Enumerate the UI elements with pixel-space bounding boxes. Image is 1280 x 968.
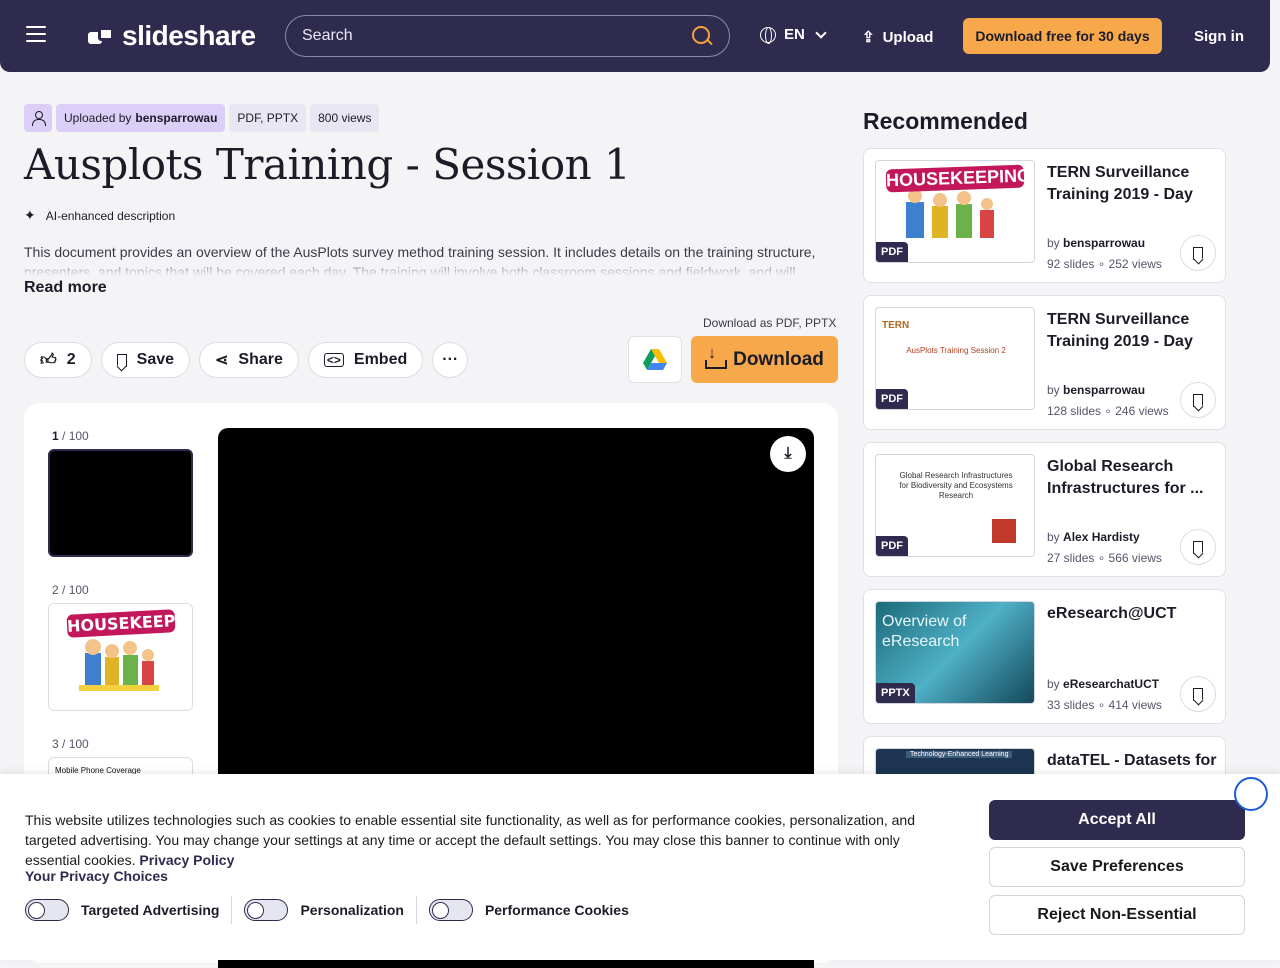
- share-button[interactable]: ⋖ Share: [199, 342, 299, 378]
- performance-cookies-switch[interactable]: [428, 899, 473, 921]
- recommended-thumbnail: HOUSEKEEPING PDF: [875, 160, 1035, 263]
- embed-button[interactable]: <> Embed: [307, 342, 424, 378]
- focus-indicator: [1234, 777, 1268, 811]
- save-preferences-button[interactable]: Save Preferences: [989, 847, 1245, 887]
- more-icon: ···: [442, 351, 459, 368]
- recommended-card[interactable]: Global Research Infrastructures for Biod…: [863, 442, 1226, 577]
- slide-download-button[interactable]: ⤓: [770, 436, 806, 472]
- download-button[interactable]: Download: [691, 336, 838, 383]
- recommended-author: by eResearchatUCT: [1047, 677, 1160, 691]
- formats-chip: PDF, PPTX: [229, 104, 307, 132]
- recommended-heading: Recommended: [863, 108, 1028, 134]
- recommended-author: by Alex Hardisty: [1047, 530, 1140, 544]
- recommended-stats: 33 slides ∘ 414 views: [1047, 698, 1162, 712]
- reject-non-essential-button[interactable]: Reject Non-Essential: [989, 895, 1245, 935]
- cookie-banner: This website utilizes technologies such …: [0, 774, 1280, 960]
- user-icon: [32, 111, 46, 126]
- bookmark-button[interactable]: [1180, 529, 1216, 565]
- language-label: EN: [784, 26, 805, 43]
- thumb-counter: 2 / 100: [52, 583, 89, 597]
- cookie-toggles: Targeted Advertising Personalization Per…: [25, 896, 641, 924]
- bookmark-button[interactable]: [1180, 676, 1216, 712]
- recommended-card[interactable]: TERN AusPlots Training Session 2 PDF TER…: [863, 295, 1226, 430]
- top-navbar: slideshare EN ⇪ Upload Download free for…: [0, 0, 1270, 72]
- bookmark-icon: [1193, 540, 1203, 554]
- document-meta: Uploaded by bensparrowau PDF, PPTX 800 vi…: [24, 104, 380, 132]
- share-icon: ⋖: [215, 352, 229, 369]
- toggle-personalization: Personalization: [244, 899, 415, 921]
- bookmark-button[interactable]: [1180, 235, 1216, 271]
- upload-button[interactable]: ⇪ Upload: [862, 28, 933, 47]
- accept-all-button[interactable]: Accept All: [989, 800, 1245, 840]
- format-badge: PDF: [876, 389, 908, 409]
- recommended-title[interactable]: TERN Surveillance Training 2019 - Day 1,…: [1047, 162, 1217, 206]
- globe-icon: [760, 26, 776, 44]
- embed-icon: <>: [323, 353, 344, 367]
- recommended-author: by bensparrowau: [1047, 236, 1146, 250]
- search-box: [285, 15, 730, 57]
- recommended-stats: 92 slides ∘ 252 views: [1047, 257, 1162, 271]
- views-chip: 800 views: [310, 104, 380, 132]
- personalization-switch[interactable]: [244, 899, 289, 921]
- format-badge: PPTX: [876, 683, 915, 703]
- recommended-thumbnail: TERN AusPlots Training Session 2 PDF: [875, 307, 1035, 410]
- toggle-performance-cookies: Performance Cookies: [428, 899, 641, 921]
- like-button[interactable]: 👍︎ 2: [24, 342, 92, 378]
- google-drive-button[interactable]: [628, 336, 682, 383]
- more-options-button[interactable]: ···: [432, 342, 469, 378]
- slideshare-logo[interactable]: slideshare: [88, 20, 256, 52]
- ai-description-label: ✦ AI-enhanced description: [24, 207, 176, 223]
- download-as-label: Download as PDF, PPTX: [703, 316, 837, 330]
- slide-thumbnail[interactable]: HOUSEKEEPING: [48, 603, 193, 711]
- bookmark-icon: [1193, 393, 1203, 407]
- targeted-advertising-switch[interactable]: [25, 899, 69, 921]
- format-badge: PDF: [876, 536, 908, 556]
- chevron-down-icon: [815, 26, 827, 39]
- recommended-thumbnail: Global Research Infrastructures for Biod…: [875, 454, 1035, 557]
- toggle-targeted-advertising: Targeted Advertising: [25, 899, 231, 921]
- action-bar: 👍︎ 2 Save ⋖ Share <> Embed ···: [24, 342, 469, 378]
- slide-thumbnail[interactable]: [48, 449, 193, 557]
- recommended-stats: 128 slides ∘ 246 views: [1047, 404, 1169, 418]
- recommended-title[interactable]: TERN Surveillance Training 2019 - Day 1,…: [1047, 309, 1217, 353]
- thumb-counter: 3 / 100: [52, 737, 89, 751]
- privacy-choices-link[interactable]: Your Privacy Choices: [25, 868, 168, 884]
- uploaded-by-chip[interactable]: Uploaded by bensparrowau: [56, 104, 226, 132]
- download-icon: ⤓: [784, 445, 792, 462]
- bookmark-icon: [116, 353, 127, 367]
- hamburger-menu-icon[interactable]: [26, 26, 46, 44]
- thumbs-up-icon: 👍︎: [40, 351, 57, 369]
- recommended-author: by bensparrowau: [1047, 383, 1146, 397]
- recommended-title[interactable]: eResearch@UCT: [1047, 603, 1217, 647]
- google-drive-icon: [643, 349, 667, 370]
- thumb-counter: 1 / 100: [52, 429, 89, 443]
- bookmark-icon: [1193, 687, 1203, 701]
- upload-icon: ⇪: [862, 29, 875, 46]
- housekeeping-title: HOUSEKEEPING: [65, 609, 193, 638]
- read-more-link[interactable]: Read more: [24, 279, 107, 297]
- recommended-title[interactable]: Global Research Infrastructures for ...: [1047, 456, 1217, 500]
- page-title: Ausplots Training - Session 1: [24, 140, 631, 189]
- bookmark-icon: [1193, 246, 1203, 260]
- save-button[interactable]: Save: [100, 342, 191, 378]
- document-description: This document provides an overview of th…: [24, 242, 824, 276]
- sign-in-link[interactable]: Sign in: [1194, 28, 1244, 45]
- search-icon[interactable]: [691, 25, 713, 47]
- logo-mark-icon: [88, 26, 114, 46]
- search-input[interactable]: [302, 27, 691, 45]
- format-badge: PDF: [876, 242, 908, 262]
- cartoon-illustration: [79, 639, 159, 691]
- recommended-card[interactable]: Overview of eResearch PPTX eResearch@UCT…: [863, 589, 1226, 724]
- download-free-trial-button[interactable]: Download free for 30 days: [963, 18, 1162, 54]
- uploader-avatar: [24, 104, 52, 132]
- privacy-policy-link[interactable]: Privacy Policy: [139, 852, 234, 868]
- bookmark-button[interactable]: [1180, 382, 1216, 418]
- recommended-thumbnail: Overview of eResearch PPTX: [875, 601, 1035, 704]
- download-icon: [705, 345, 728, 369]
- language-selector[interactable]: EN: [760, 26, 827, 44]
- sparkle-icon: ✦: [24, 207, 36, 223]
- recommended-stats: 27 slides ∘ 566 views: [1047, 551, 1162, 565]
- recommended-card[interactable]: HOUSEKEEPING PDF TERN Surveillance Train…: [863, 148, 1226, 283]
- cookie-message: This website utilizes technologies such …: [25, 812, 915, 868]
